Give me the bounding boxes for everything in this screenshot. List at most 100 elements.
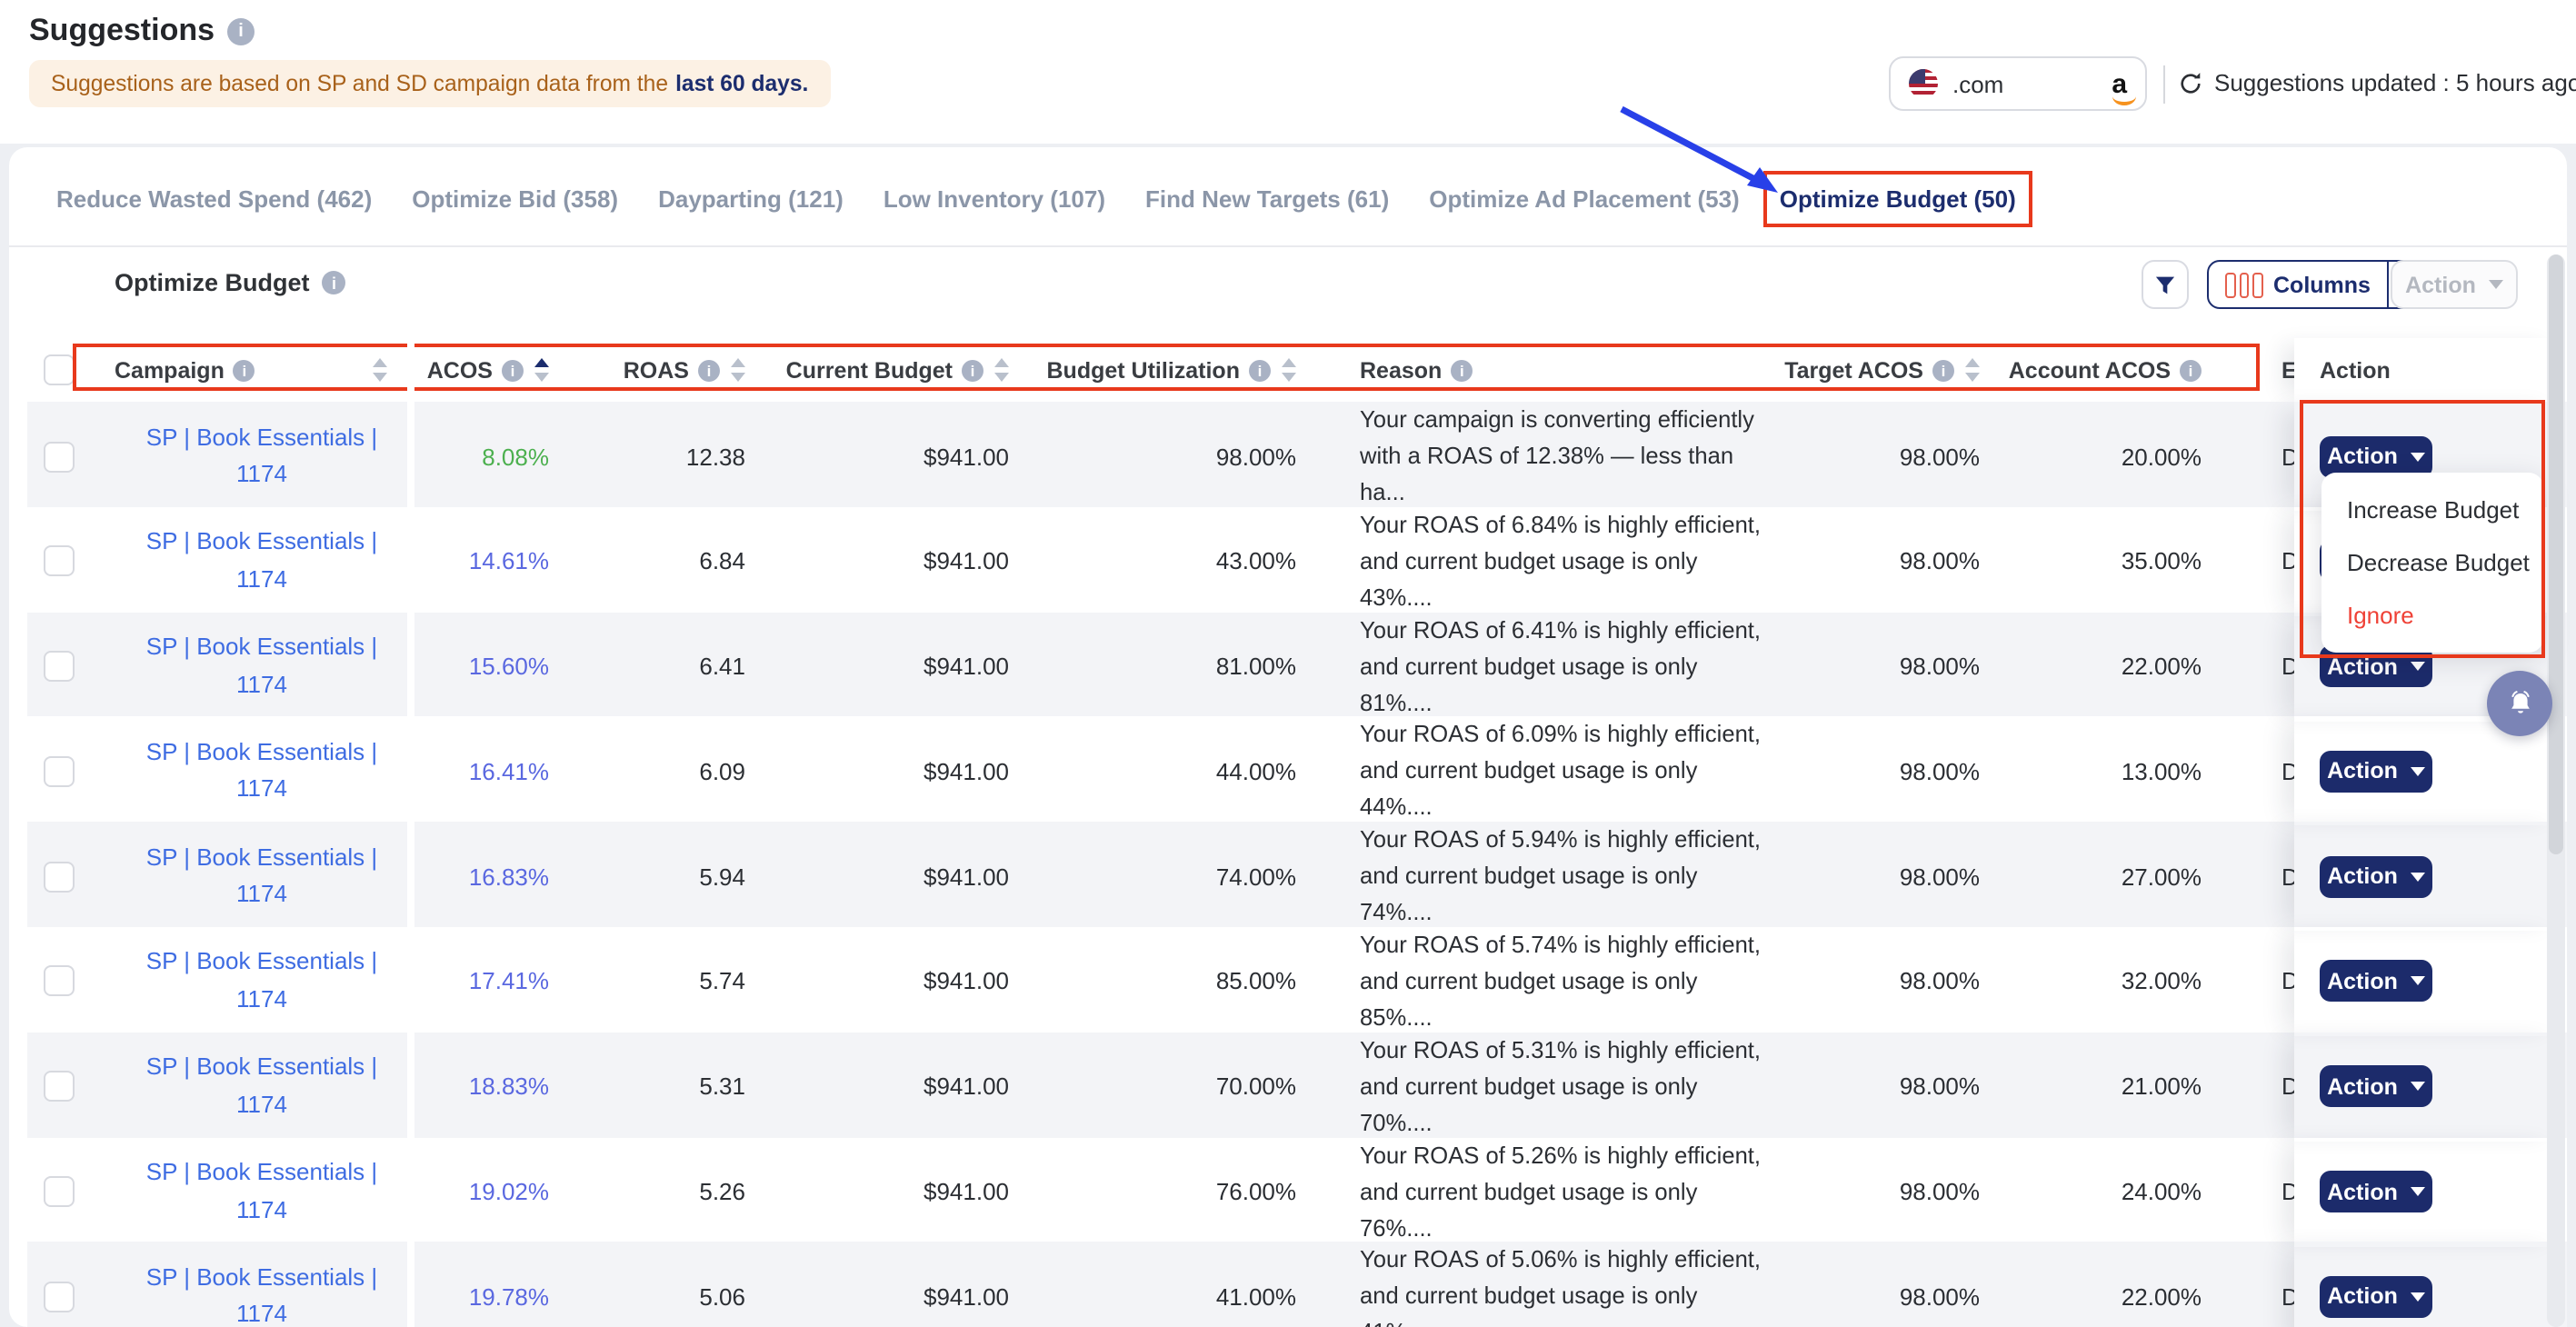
info-icon[interactable]: i <box>698 359 720 381</box>
acos-value[interactable]: 19.02% <box>409 1137 554 1246</box>
campaign-link[interactable]: SP | Book Essentials | <box>146 1260 377 1297</box>
action-cell: Action <box>2294 822 2567 931</box>
campaign-link[interactable]: SP | Book Essentials | <box>146 629 377 666</box>
row-checkbox[interactable] <box>43 861 74 892</box>
acos-value[interactable]: 8.08% <box>409 402 554 511</box>
tab-dayparting-121[interactable]: Dayparting (121) <box>658 185 844 213</box>
notification-bell-button[interactable] <box>2487 671 2552 736</box>
suggestions-updated: Suggestions updated : 5 hours ago <box>2178 69 2576 96</box>
tab-low-inventory-107[interactable]: Low Inventory (107) <box>884 185 1105 213</box>
tab-find-new-targets-61[interactable]: Find New Targets (61) <box>1145 185 1389 213</box>
row-checkbox[interactable] <box>43 1072 74 1103</box>
menu-item-increase-budget[interactable]: Increase Budget <box>2321 484 2543 536</box>
campaign-link[interactable]: SP | Book Essentials | <box>146 944 377 982</box>
campaign-link-line2[interactable]: 1174 <box>236 1087 287 1124</box>
col-reason: Reasoni <box>1302 338 1772 402</box>
row-checkbox[interactable] <box>43 546 74 577</box>
roas-value: 5.94 <box>554 822 751 931</box>
acos-value[interactable]: 15.60% <box>409 612 554 721</box>
tab-label: Optimize Budget (50) <box>1780 185 2016 213</box>
campaign-link[interactable]: SP | Book Essentials | <box>146 734 377 772</box>
col-current-budget[interactable]: Current Budgeti <box>751 338 1014 402</box>
campaign-cell: SP | Book Essentials |1174 <box>89 402 409 511</box>
row-checkbox[interactable] <box>43 756 74 787</box>
info-icon[interactable]: i <box>323 271 346 294</box>
campaign-link-line2[interactable]: 1174 <box>236 982 287 1019</box>
info-icon[interactable]: i <box>227 17 255 45</box>
menu-item-decrease-budget[interactable]: Decrease Budget <box>2321 536 2543 589</box>
info-icon[interactable]: i <box>234 359 255 381</box>
campaign-link-line2[interactable]: 1174 <box>236 876 287 913</box>
campaign-link[interactable]: SP | Book Essentials | <box>146 839 377 876</box>
campaign-link[interactable]: SP | Book Essentials | <box>146 419 377 456</box>
select-all-checkbox[interactable] <box>43 354 74 385</box>
acos-value[interactable]: 17.41% <box>409 927 554 1036</box>
row-action-button[interactable]: Action <box>2320 751 2432 793</box>
vertical-scrollbar[interactable] <box>2547 254 2565 1327</box>
tab-optimize-ad-placement-53[interactable]: Optimize Ad Placement (53) <box>1429 185 1739 213</box>
row-action-button[interactable]: Action <box>2320 1066 2432 1108</box>
col-target-acos[interactable]: Target ACOSi <box>1772 338 1989 402</box>
tab-optimize-budget-50[interactable]: Optimize Budget (50) <box>1780 185 2016 213</box>
current-budget-value: $941.00 <box>751 1033 1014 1142</box>
campaign-link-line2[interactable]: 1174 <box>236 1192 287 1229</box>
row-checkbox[interactable] <box>43 651 74 682</box>
col-budget-utilization[interactable]: Budget Utilizationi <box>1014 338 1302 402</box>
budget-utilization-value: 44.00% <box>1014 717 1302 826</box>
campaign-link[interactable]: SP | Book Essentials | <box>146 524 377 562</box>
campaign-link-line2[interactable]: 1174 <box>236 1297 287 1327</box>
row-checkbox[interactable] <box>43 1282 74 1312</box>
row-action-button[interactable]: Action <box>2320 1276 2432 1318</box>
info-icon[interactable]: i <box>502 359 524 381</box>
campaign-cell: SP | Book Essentials |1174 <box>89 927 409 1036</box>
info-icon[interactable]: i <box>962 359 983 381</box>
menu-item-ignore[interactable]: Ignore <box>2321 589 2543 642</box>
row-checkbox[interactable] <box>43 1176 74 1207</box>
sort-icon[interactable] <box>1965 359 1980 382</box>
scrollbar-thumb[interactable] <box>2549 254 2563 854</box>
row-action-label: Action <box>2327 759 2398 784</box>
budget-utilization-value: 98.00% <box>1014 402 1302 511</box>
info-icon[interactable]: i <box>1451 359 1473 381</box>
sort-icon[interactable] <box>373 359 387 382</box>
roas-value: 5.06 <box>554 1242 751 1327</box>
current-budget-value: $941.00 <box>751 612 1014 721</box>
sort-icon[interactable] <box>1282 359 1296 382</box>
tab-label: Optimize Ad Placement (53) <box>1429 185 1739 213</box>
campaign-link-line2[interactable]: 1174 <box>236 456 287 494</box>
row-action-button[interactable]: Action <box>2320 961 2432 1003</box>
row-checkbox[interactable] <box>43 966 74 997</box>
tab-optimize-bid-358[interactable]: Optimize Bid (358) <box>412 185 618 213</box>
sort-icon[interactable] <box>994 359 1009 382</box>
bell-icon <box>2502 686 2537 721</box>
tab-reduce-wasted-spend-462[interactable]: Reduce Wasted Spend (462) <box>56 185 372 213</box>
info-icon[interactable]: i <box>1249 359 1271 381</box>
row-action-button[interactable]: Action <box>2320 855 2432 897</box>
campaign-link[interactable]: SP | Book Essentials | <box>146 1050 377 1087</box>
filter-button[interactable] <box>2142 260 2189 309</box>
bulk-action-button[interactable]: Action <box>2391 260 2518 309</box>
info-icon[interactable]: i <box>2180 359 2202 381</box>
row-checkbox[interactable] <box>43 441 74 472</box>
acos-value[interactable]: 16.41% <box>409 717 554 826</box>
row-action-button[interactable]: Action <box>2320 1171 2432 1212</box>
campaign-link-line2[interactable]: 1174 <box>236 666 287 703</box>
col-acos[interactable]: ACOSi <box>409 338 554 402</box>
acos-value[interactable]: 16.83% <box>409 822 554 931</box>
campaign-link[interactable]: SP | Book Essentials | <box>146 1154 377 1192</box>
acos-value[interactable]: 14.61% <box>409 507 554 616</box>
current-budget-value: $941.00 <box>751 1242 1014 1327</box>
campaign-link-line2[interactable]: 1174 <box>236 772 287 809</box>
acos-value[interactable]: 19.78% <box>409 1242 554 1327</box>
info-icon[interactable]: i <box>1932 359 1954 381</box>
marketplace-selector[interactable]: .com a <box>1889 56 2147 111</box>
row-action-button[interactable]: Action <box>2320 435 2432 477</box>
col-campaign[interactable]: Campaigni <box>89 338 409 402</box>
sort-icon-active-asc[interactable] <box>534 359 549 382</box>
budget-utilization-value: 76.00% <box>1014 1137 1302 1246</box>
sort-icon[interactable] <box>731 359 745 382</box>
campaign-link-line2[interactable]: 1174 <box>236 562 287 599</box>
col-roas[interactable]: ROASi <box>554 338 751 402</box>
refresh-icon[interactable] <box>2178 70 2203 95</box>
acos-value[interactable]: 18.83% <box>409 1033 554 1142</box>
